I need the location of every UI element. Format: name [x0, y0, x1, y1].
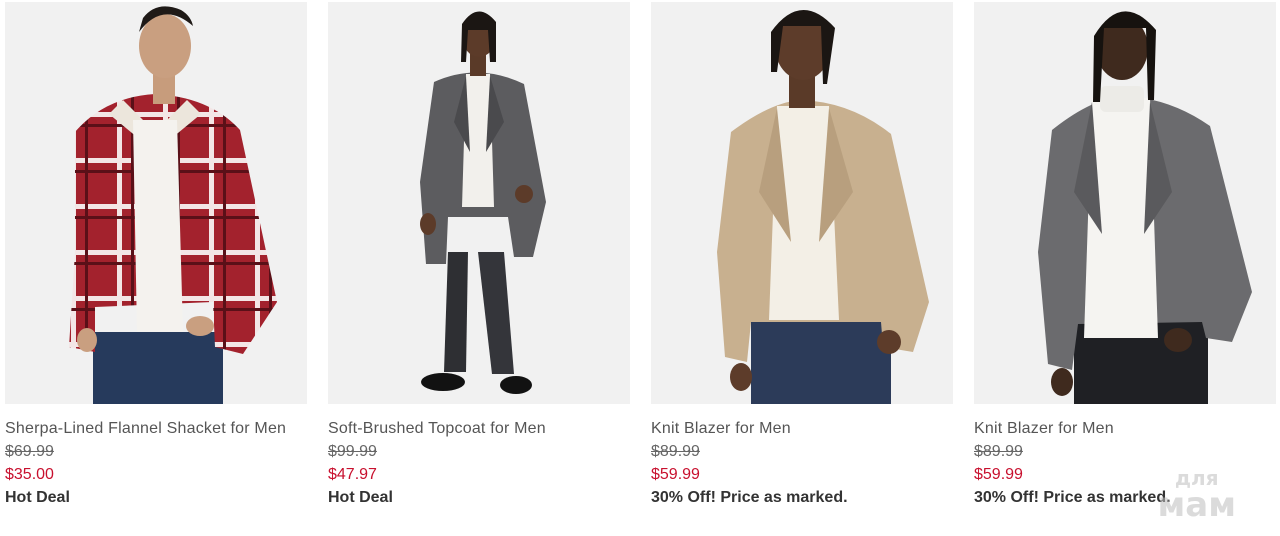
- promo-label: 30% Off! Price as marked.: [651, 489, 848, 506]
- promo-label: Hot Deal: [328, 489, 393, 506]
- product-card[interactable]: Soft-Brushed Topcoat for Men $99.99 $47.…: [328, 2, 630, 509]
- product-image[interactable]: [328, 2, 630, 404]
- original-price: $89.99: [651, 443, 700, 460]
- product-title[interactable]: Sherpa-Lined Flannel Shacket for Men: [5, 417, 307, 440]
- product-card[interactable]: Knit Blazer for Men $89.99 $59.99 30% Of…: [651, 2, 953, 509]
- sale-price: $47.97: [328, 466, 377, 483]
- product-grid: Sherpa-Lined Flannel Shacket for Men $69…: [5, 2, 1276, 509]
- product-card[interactable]: Knit Blazer for Men $89.99 $59.99 30% Of…: [974, 2, 1276, 509]
- original-price: $99.99: [328, 443, 377, 460]
- product-title[interactable]: Knit Blazer for Men: [651, 417, 953, 440]
- promo-label: 30% Off! Price as marked.: [974, 489, 1171, 506]
- product-title[interactable]: Soft-Brushed Topcoat for Men: [328, 417, 630, 440]
- product-image[interactable]: [651, 2, 953, 404]
- promo-label: Hot Deal: [5, 489, 70, 506]
- sale-price: $59.99: [651, 466, 700, 483]
- product-card[interactable]: Sherpa-Lined Flannel Shacket for Men $69…: [5, 2, 307, 509]
- product-image[interactable]: [5, 2, 307, 404]
- sale-price: $35.00: [5, 466, 54, 483]
- sale-price: $59.99: [974, 466, 1023, 483]
- product-title[interactable]: Knit Blazer for Men: [974, 417, 1276, 440]
- product-image[interactable]: [974, 2, 1276, 404]
- original-price: $69.99: [5, 443, 54, 460]
- original-price: $89.99: [974, 443, 1023, 460]
